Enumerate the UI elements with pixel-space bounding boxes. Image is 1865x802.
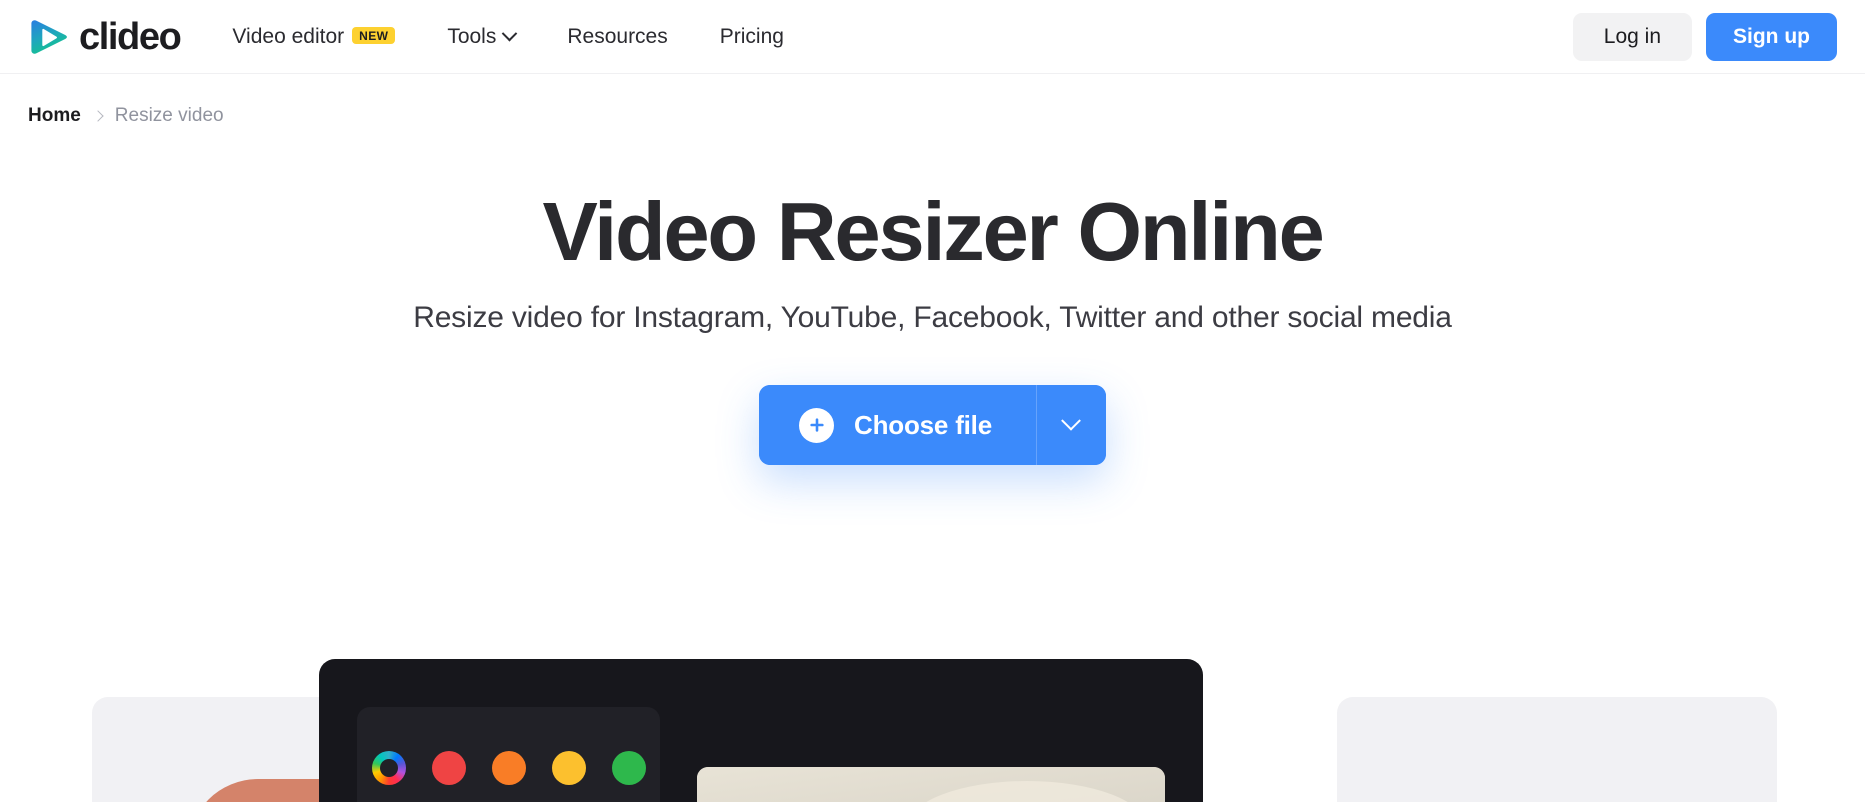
- chevron-right-icon: [92, 110, 104, 122]
- video-preview-thumbnail: [697, 767, 1165, 802]
- nav-label-resources: Resources: [567, 24, 668, 48]
- editor-mockup: [319, 659, 1203, 802]
- color-swatch: [491, 751, 526, 785]
- color-palette-row-1: [357, 751, 660, 785]
- play-triangle-logo-icon: [28, 16, 70, 58]
- nav-label-pricing: Pricing: [719, 24, 784, 48]
- choose-file-group: Choose file: [759, 385, 1106, 466]
- login-button[interactable]: Log in: [1572, 12, 1692, 61]
- breadcrumb-current: Resize video: [114, 105, 224, 126]
- color-wheel-icon: [371, 751, 406, 785]
- plus-circle-icon: [799, 407, 835, 443]
- brand-name: clideo: [79, 15, 182, 58]
- page-subtitle: Resize video for Instagram, YouTube, Fac…: [413, 301, 1452, 335]
- color-swatch: [611, 751, 646, 785]
- color-swatch: [551, 751, 586, 785]
- nav-label-tools: Tools: [447, 24, 497, 48]
- choose-file-label: Choose file: [854, 409, 992, 440]
- signup-button[interactable]: Sign up: [1706, 12, 1837, 61]
- hero-section: Video Resizer Online Resize video for In…: [0, 127, 1865, 802]
- brand-logo-link[interactable]: clideo: [28, 15, 182, 58]
- new-badge: NEW: [352, 27, 396, 44]
- color-palette-card: [357, 707, 660, 802]
- chevron-down-icon: [502, 25, 518, 42]
- color-swatch: [431, 751, 466, 785]
- nav-item-tools[interactable]: Tools: [421, 15, 541, 59]
- header-actions: Log in Sign up: [1572, 12, 1837, 61]
- nav-item-resources[interactable]: Resources: [541, 15, 693, 59]
- site-header: clideo Video editor NEW Tools Resources …: [0, 0, 1865, 74]
- page-title: Video Resizer Online: [542, 185, 1324, 278]
- choose-file-button[interactable]: Choose file: [759, 385, 1036, 466]
- nav-label-video-editor: Video editor: [232, 24, 345, 48]
- breadcrumb-home-link[interactable]: Home: [28, 105, 81, 127]
- choose-file-dropdown-button[interactable]: [1035, 385, 1106, 466]
- nav-item-video-editor[interactable]: Video editor NEW: [232, 15, 421, 59]
- hero-illustration: [0, 597, 1865, 802]
- breadcrumb: Home Resize video: [0, 74, 1865, 127]
- main-navigation: Video editor NEW Tools Resources Pricing: [232, 15, 810, 59]
- cta-container: Choose file: [0, 385, 1865, 466]
- decorative-panel-right: [1337, 697, 1777, 802]
- chevron-down-icon: [1061, 411, 1082, 431]
- nav-item-pricing[interactable]: Pricing: [694, 15, 810, 59]
